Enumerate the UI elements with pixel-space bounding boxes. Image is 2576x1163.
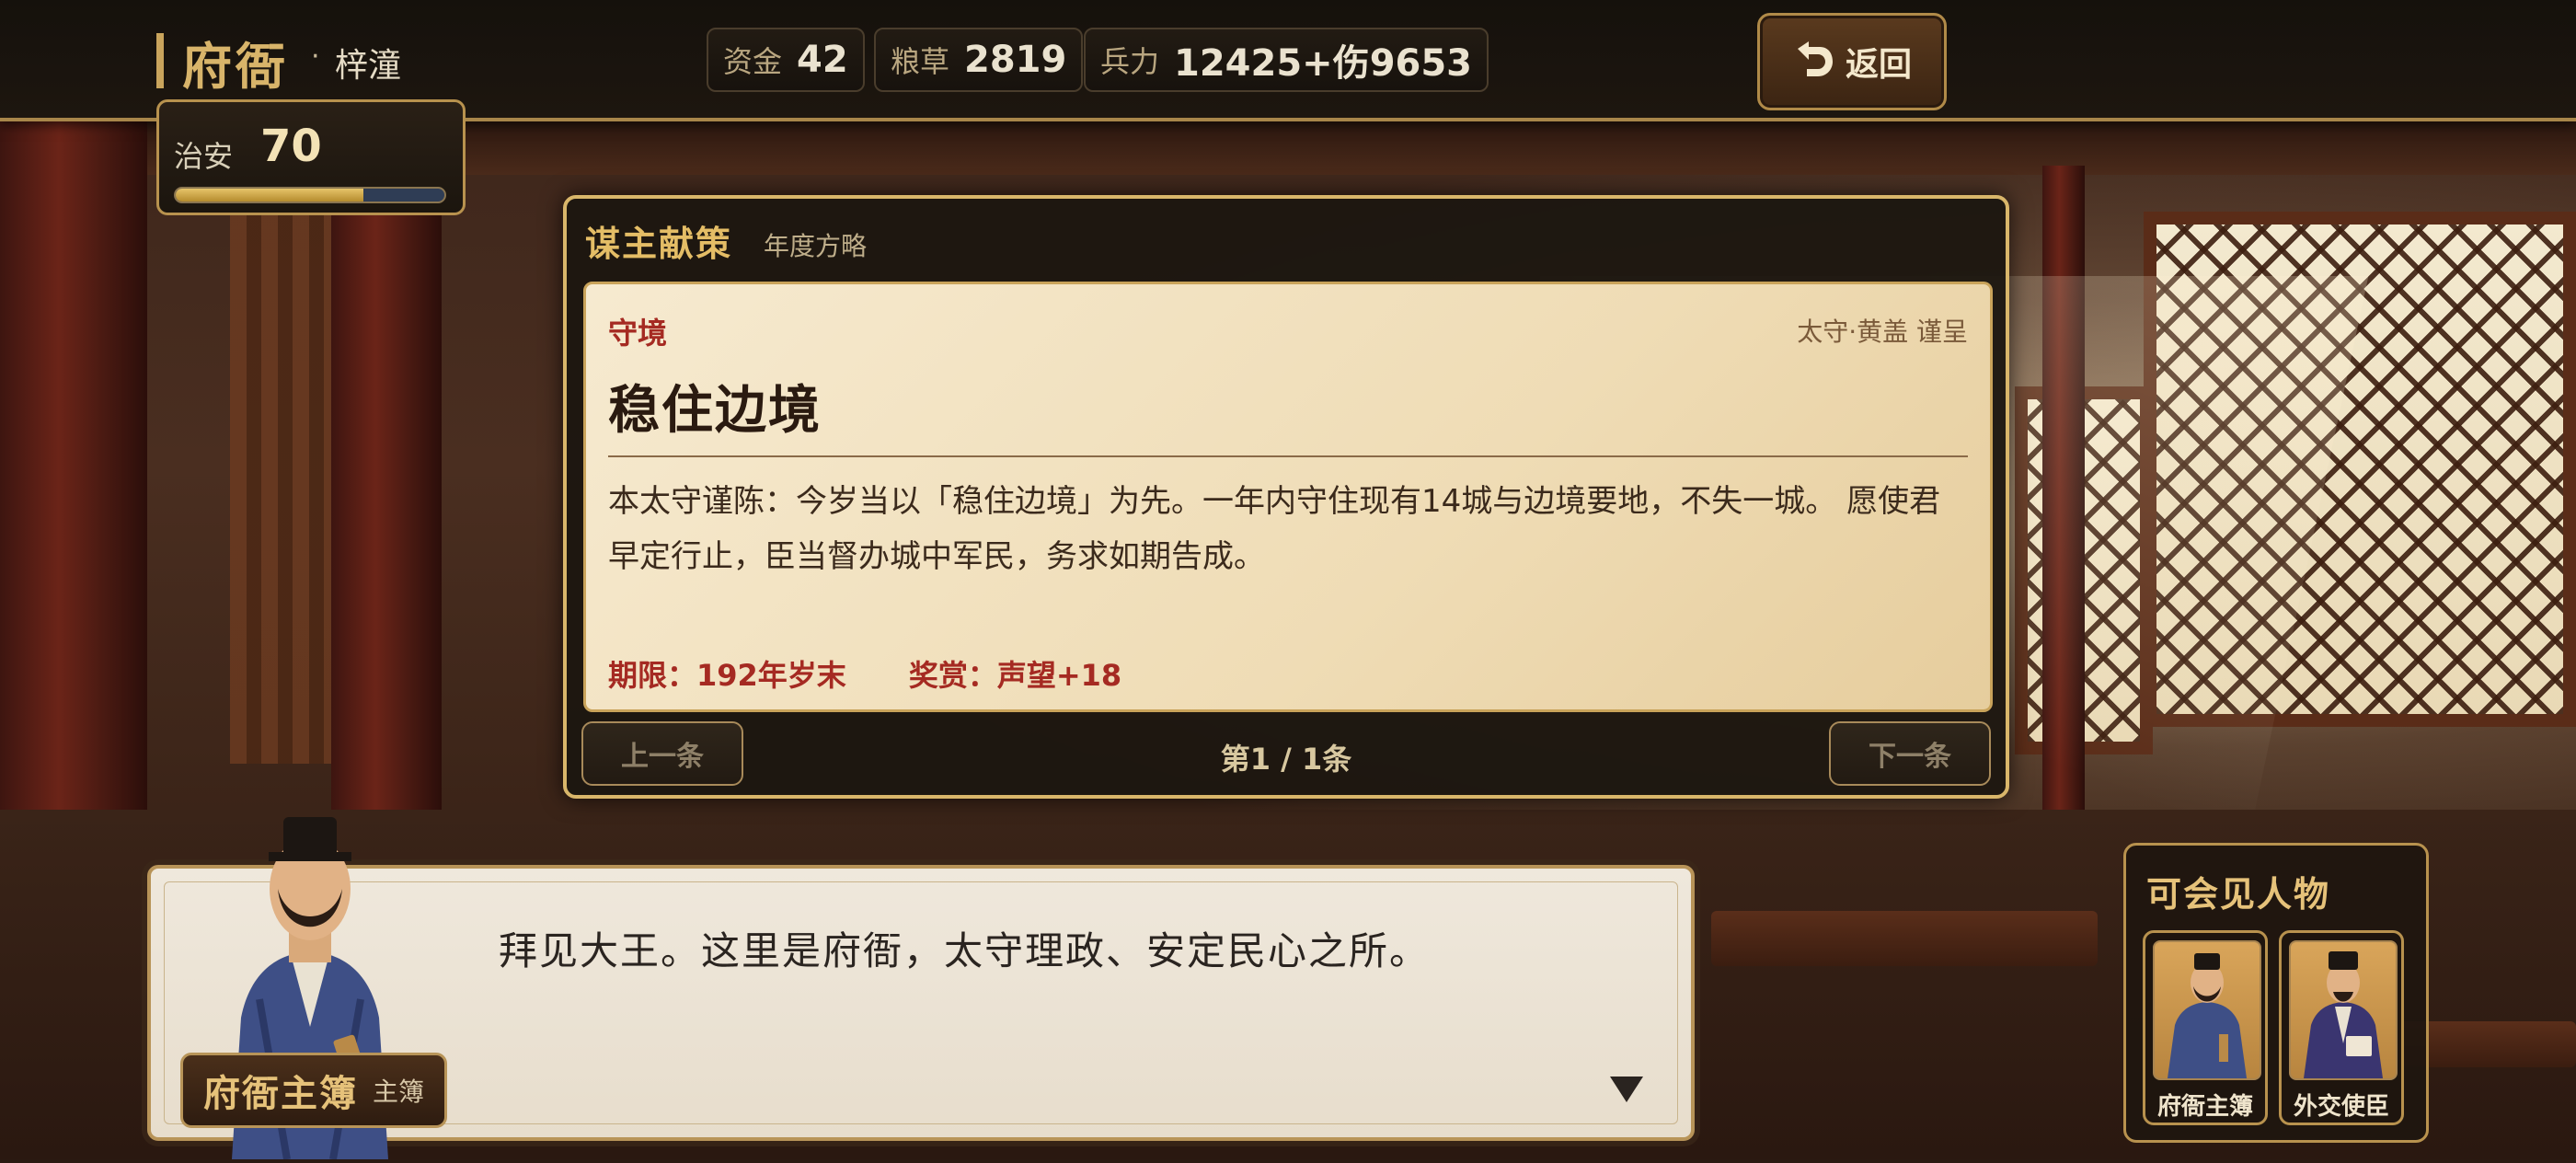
character-card-envoy[interactable]: 外交使臣: [2279, 930, 2404, 1125]
low-table: [1711, 911, 2098, 966]
strategy-footer: 期限：192年岁末 奖赏：声望+18: [608, 652, 1121, 695]
strategy-body: 本太守谨陈：今岁当以「稳住边境」为先。一年内守住现有14城与边境要地，不失一城。…: [608, 483, 1941, 575]
back-button[interactable]: 返回: [1757, 13, 1947, 110]
troops-value: 12425+伤9653: [1174, 42, 1473, 85]
clerk-portrait: [2153, 940, 2261, 1080]
visitable-characters-panel: 可会见人物 府衙主簿 外交使臣: [2123, 843, 2429, 1143]
strategy-signature: 太守·黄盖 谨呈: [1797, 317, 1968, 347]
continue-arrow-icon[interactable]: [1610, 1077, 1643, 1102]
resource-funds: 资金 42: [707, 28, 865, 92]
return-arrow-icon: [1792, 40, 1836, 84]
funds-value: 42: [797, 39, 848, 81]
public-order-panel: 治安 70: [156, 99, 466, 215]
left-curtain: [230, 120, 331, 764]
visitable-title: 可会见人物: [2146, 874, 2331, 915]
strategy-tag: 守境: [608, 316, 668, 351]
public-order-bar: [174, 187, 446, 203]
troops-label: 兵力: [1100, 44, 1160, 79]
grain-label: 粮草: [891, 44, 950, 79]
speaker-role: 主簿: [373, 1077, 425, 1107]
dialogue-text: 拜见大王。这里是府衙，太守理政、安定民心之所。: [499, 928, 1431, 973]
strategy-subtitle: 年度方略: [764, 231, 868, 261]
card-divider: [608, 455, 1968, 457]
city-name: 梓潼: [335, 47, 402, 85]
resource-troops: 兵力 12425+伤9653: [1084, 28, 1489, 92]
speaker-name: 府衙主簿: [203, 1073, 358, 1115]
funds-label: 资金: [723, 44, 783, 79]
envoy-portrait: [2289, 940, 2398, 1080]
location-accent: [156, 33, 164, 88]
next-button[interactable]: 下一条: [1829, 721, 1991, 786]
character-name: 府衙主簿: [2156, 1093, 2253, 1121]
strategy-deadline: 期限：192年岁末: [608, 658, 846, 693]
grain-value: 2819: [964, 39, 1067, 81]
speaker-nameplate: 府衙主簿 主簿: [180, 1053, 448, 1128]
strategy-reward: 奖赏：声望+18: [908, 658, 1122, 693]
strategy-title: 谋主献策: [585, 224, 733, 264]
strategy-card: 守境 太守·黄盖 谨呈 稳住边境 本太守谨陈：今岁当以「稳住边境」为先。一年内守…: [583, 282, 1993, 712]
resource-grain: 粮草 2819: [874, 28, 1084, 92]
page-indicator: 第1 / 1条: [1220, 742, 1352, 777]
back-button-label: 返回: [1845, 46, 1912, 84]
public-order-bar-fill: [176, 189, 364, 202]
strategy-heading: 稳住边境: [608, 381, 822, 441]
public-order-value: 70: [260, 121, 322, 172]
location-separator: ·: [311, 40, 320, 73]
character-name: 外交使臣: [2293, 1093, 2389, 1121]
strategy-panel: 谋主献策 年度方略 守境 太守·黄盖 谨呈 稳住边境 本太守谨陈：今岁当以「稳住…: [563, 195, 2009, 799]
location-title: 府衙: [182, 38, 289, 96]
character-card-clerk[interactable]: 府衙主簿: [2143, 930, 2268, 1125]
public-order-label: 治安: [174, 139, 234, 174]
